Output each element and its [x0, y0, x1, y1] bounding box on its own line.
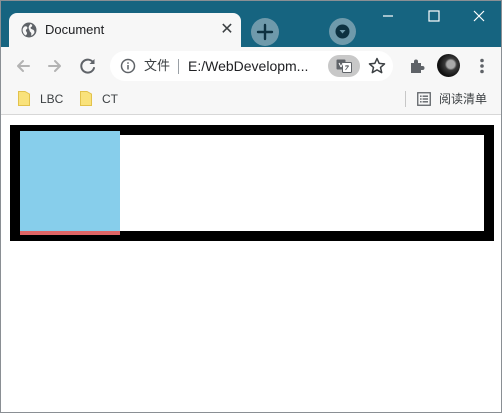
- puzzle-icon[interactable]: [406, 55, 428, 77]
- page-content: [1, 115, 501, 412]
- reading-list-label: 阅读清单: [439, 92, 488, 106]
- bookmark-ct[interactable]: CT: [80, 91, 120, 108]
- title-bar: Document ✕: [1, 1, 501, 47]
- inner-box: [20, 131, 120, 231]
- arrow-right-icon[interactable]: [44, 55, 66, 77]
- bookmarks-bar: LBC CT 阅读清单: [1, 85, 501, 115]
- address-bar[interactable]: 文件 E:/WebDevelopm...: [110, 51, 393, 81]
- tab-title: Document: [45, 22, 105, 37]
- maximize-icon[interactable]: [422, 5, 446, 27]
- folder-icon: [18, 91, 30, 106]
- translate-icon: [336, 59, 352, 73]
- bookmarks-divider: [405, 91, 406, 107]
- plus-icon: [256, 23, 274, 41]
- info-icon[interactable]: [120, 58, 136, 74]
- globe-icon: [21, 22, 37, 38]
- close-icon[interactable]: [467, 5, 491, 27]
- avatar[interactable]: [437, 54, 460, 77]
- browser-window: Document ✕ 文件 E:/WebDevelopm... LBC CT 阅…: [0, 0, 502, 413]
- scheme-label: 文件: [144, 58, 171, 73]
- tab-search-button[interactable]: [329, 18, 356, 45]
- chevron-down-icon: [335, 24, 350, 39]
- omnibox-divider: [178, 59, 179, 74]
- new-tab-button[interactable]: [251, 18, 279, 46]
- outer-box: [10, 125, 494, 241]
- reload-icon[interactable]: [77, 55, 99, 77]
- tab-close-button[interactable]: ✕: [218, 20, 236, 38]
- reading-list-icon: [417, 92, 431, 106]
- bookmark-label: CT: [102, 92, 118, 106]
- arrow-left-icon[interactable]: [12, 55, 34, 77]
- minimize-icon[interactable]: [376, 5, 400, 27]
- url-text[interactable]: E:/WebDevelopm...: [188, 57, 326, 75]
- folder-icon: [80, 91, 92, 106]
- bookmark-label: LBC: [40, 92, 64, 106]
- more-vertical-icon[interactable]: [471, 55, 493, 77]
- inner-box-bottom-bar: [20, 231, 120, 235]
- toolbar: 文件 E:/WebDevelopm...: [1, 47, 501, 85]
- star-icon[interactable]: [367, 56, 387, 76]
- bookmark-lbc[interactable]: LBC: [18, 91, 68, 108]
- tab-document[interactable]: Document ✕: [9, 13, 241, 47]
- translate-button[interactable]: [328, 55, 360, 77]
